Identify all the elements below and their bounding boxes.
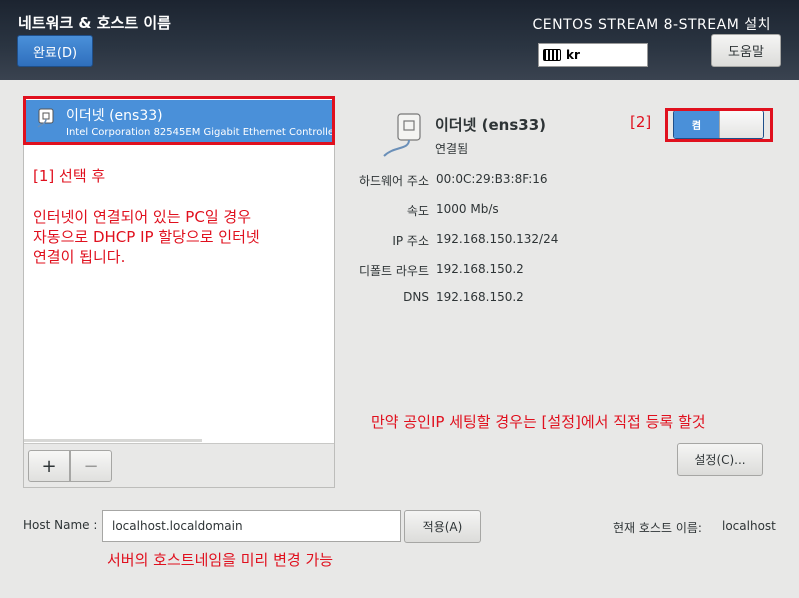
dns-value: 192.168.150.2 bbox=[436, 290, 524, 304]
current-hostname-value: localhost bbox=[722, 519, 776, 533]
add-device-button[interactable]: + bbox=[28, 450, 70, 482]
annotation-step2: [2] bbox=[630, 113, 652, 131]
annotation-hostname-note: 서버의 호스트네임을 미리 변경 가능 bbox=[107, 551, 334, 569]
keyboard-icon bbox=[543, 49, 561, 61]
ip-address-label: IP 주소 bbox=[392, 234, 429, 248]
hardware-address-value: 00:0C:29:B3:8F:16 bbox=[436, 172, 548, 186]
done-button[interactable]: 완료(D) bbox=[17, 35, 93, 67]
speed-value: 1000 Mb/s bbox=[436, 202, 499, 216]
ethernet-large-icon bbox=[383, 113, 421, 157]
hostname-label: Host Name : bbox=[23, 518, 98, 532]
hostname-input[interactable] bbox=[102, 510, 401, 542]
apply-hostname-button[interactable]: 적용(A) bbox=[404, 510, 481, 543]
default-route-label: 디폴트 라우트 bbox=[358, 264, 429, 278]
annotation-step1-line2: 자동으로 DHCP IP 할당으로 인터넷 bbox=[33, 228, 260, 246]
annotation-highlight-device bbox=[23, 96, 335, 145]
speed-label: 속도 bbox=[406, 204, 429, 218]
ip-address-value: 192.168.150.132/24 bbox=[436, 232, 559, 246]
remove-device-button[interactable]: − bbox=[70, 450, 112, 482]
current-hostname-label: 현재 호스트 이름: bbox=[613, 521, 702, 535]
annotation-public-ip-note: 만약 공인IP 세팅할 경우는 [설정]에서 직접 등록 할것 bbox=[371, 413, 706, 431]
device-list: 이더넷 (ens33) Intel Corporation 82545EM Gi… bbox=[23, 97, 335, 488]
dns-label: DNS bbox=[403, 290, 429, 304]
connection-status: 연결됨 bbox=[435, 142, 469, 156]
device-list-toolbar: + − bbox=[24, 443, 334, 487]
default-route-value: 192.168.150.2 bbox=[436, 262, 524, 276]
annotation-highlight-toggle bbox=[665, 108, 773, 142]
settings-button[interactable]: 설정(C)... bbox=[677, 443, 763, 476]
annotation-step1-line1: 인터넷이 연결되어 있는 PC일 경우 bbox=[33, 208, 251, 226]
header-bar: 네트워크 & 호스트 이름 완료(D) CENTOS STREAM 8-STRE… bbox=[0, 0, 799, 80]
annotation-step1-line3: 연결이 됩니다. bbox=[33, 248, 126, 266]
annotation-step1: [1] 선택 후 bbox=[33, 167, 106, 185]
help-button[interactable]: 도움말 bbox=[711, 34, 781, 67]
hardware-address-label: 하드웨어 주소 bbox=[358, 174, 429, 188]
page-title: 네트워크 & 호스트 이름 bbox=[18, 14, 171, 32]
keyboard-layout-indicator[interactable]: kr bbox=[538, 43, 648, 67]
connection-title: 이더넷 (ens33) bbox=[435, 116, 546, 134]
product-name: CENTOS STREAM 8-STREAM 설치 bbox=[532, 17, 771, 33]
keyboard-layout-label: kr bbox=[566, 48, 580, 62]
horizontal-scrollbar[interactable] bbox=[24, 439, 202, 442]
